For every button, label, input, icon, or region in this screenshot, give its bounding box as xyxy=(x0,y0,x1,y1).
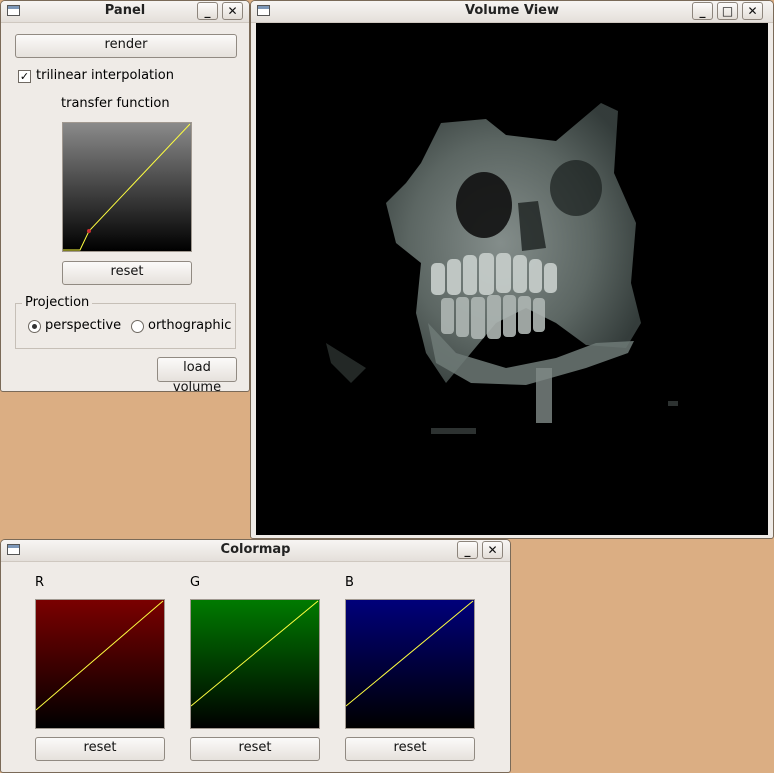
colormap-channel-label-g: G xyxy=(190,575,201,590)
colormap-editor-b[interactable] xyxy=(345,599,475,729)
colormap-titlebar[interactable]: Colormap _ ✕ xyxy=(1,540,510,562)
close-icon[interactable]: ✕ xyxy=(222,2,243,20)
render-button[interactable]: render xyxy=(15,34,237,58)
colormap-background-b xyxy=(346,600,474,728)
perspective-radio[interactable] xyxy=(28,320,41,333)
volume-render-canvas[interactable] xyxy=(256,23,768,535)
perspective-label: perspective xyxy=(45,318,122,333)
orthographic-label: orthographic xyxy=(148,318,232,333)
transfer-control-point xyxy=(87,229,91,233)
panel-window: Panel _ ✕ render ✓ trilinear interpolati… xyxy=(0,0,250,392)
volume-view-window: Volume View _ □ ✕ xyxy=(250,0,774,539)
transfer-reset-button[interactable]: reset xyxy=(62,261,192,285)
close-icon[interactable]: ✕ xyxy=(742,2,763,20)
colormap-background-g xyxy=(191,600,319,728)
colormap-editor-r[interactable] xyxy=(35,599,165,729)
colormap-channel-label-b: B xyxy=(345,575,354,590)
maximize-icon[interactable]: □ xyxy=(717,2,738,20)
colormap-window: Colormap _ ✕ R reset G reset B reset xyxy=(0,539,511,773)
colormap-title: Colormap xyxy=(220,542,291,557)
panel-titlebar[interactable]: Panel _ ✕ xyxy=(1,1,249,23)
minimize-icon[interactable]: _ xyxy=(692,2,713,20)
transfer-function-label: transfer function xyxy=(61,96,170,111)
transfer-function-background xyxy=(63,123,191,251)
close-icon[interactable]: ✕ xyxy=(482,541,503,559)
colormap-reset-button-b[interactable]: reset xyxy=(345,737,475,761)
trilinear-label: trilinear interpolation xyxy=(36,68,174,83)
colormap-background-r xyxy=(36,600,164,728)
load-volume-button[interactable]: load volume xyxy=(157,357,237,391)
volume-view-titlebar[interactable]: Volume View _ □ ✕ xyxy=(251,1,773,23)
colormap-editor-g[interactable] xyxy=(190,599,320,729)
transfer-function-editor[interactable] xyxy=(62,122,192,252)
projection-group-title: Projection xyxy=(22,295,93,310)
trilinear-checkbox[interactable]: ✓ xyxy=(18,70,31,83)
orthographic-radio[interactable] xyxy=(131,320,144,333)
minimize-icon[interactable]: _ xyxy=(197,2,218,20)
skull-rendering-image xyxy=(326,103,678,434)
colormap-reset-button-r[interactable]: reset xyxy=(35,737,165,761)
colormap-channel-label-r: R xyxy=(35,575,45,590)
colormap-reset-button-g[interactable]: reset xyxy=(190,737,320,761)
minimize-icon[interactable]: _ xyxy=(457,541,478,559)
